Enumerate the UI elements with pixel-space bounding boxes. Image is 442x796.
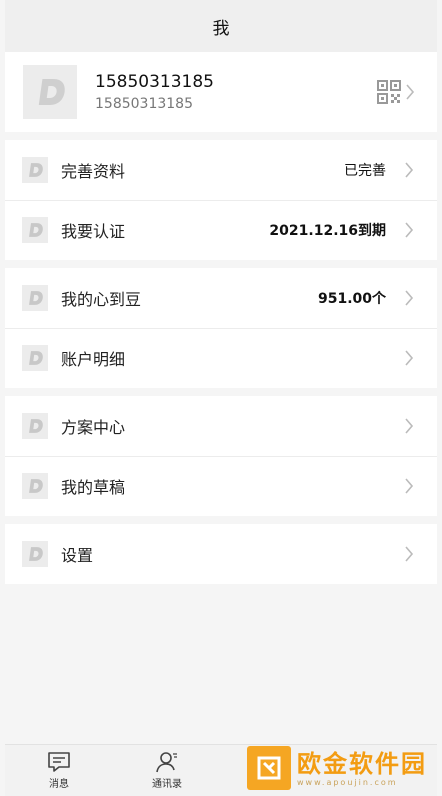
menu-value: 2021.12.16到期 — [269, 223, 386, 239]
profile-card[interactable]: 15850313185 15850313185 — [5, 52, 437, 132]
menu-item-account-detail[interactable]: 账户明细 — [5, 328, 437, 388]
logo-d-icon — [22, 473, 48, 499]
watermark-url: www.apoujin.com — [297, 777, 398, 787]
watermark: 欧金软件园 www.apoujin.com — [247, 745, 441, 791]
chevron-right-icon — [405, 162, 414, 178]
chevron-right-icon — [405, 290, 414, 306]
menu-group-plans: 方案中心 我的草稿 — [5, 396, 437, 516]
menu-item-settings[interactable]: 设置 — [5, 524, 437, 584]
menu-label: 我的心到豆 — [61, 290, 142, 309]
tab-label: 通讯录 — [152, 779, 182, 790]
tab-messages[interactable]: 消息 — [5, 745, 113, 796]
menu-label: 账户明细 — [61, 350, 126, 369]
logo-d-icon — [22, 413, 48, 439]
top-bar: 我 — [5, 0, 437, 52]
qr-code-button[interactable] — [377, 80, 415, 104]
chevron-right-icon — [405, 546, 414, 562]
app-frame: 我 15850313185 15850313185 完善资料 已完善 我要认证 … — [5, 0, 437, 796]
tab-contacts[interactable]: 通讯录 — [113, 745, 221, 796]
menu-label: 我的草稿 — [61, 478, 126, 497]
chevron-right-icon — [405, 418, 414, 434]
menu-label: 我要认证 — [61, 222, 126, 241]
logo-d-icon — [38, 79, 65, 105]
watermark-title: 欧金软件园 — [297, 749, 427, 778]
logo-d-icon — [22, 541, 48, 567]
menu-value: 已完善 — [344, 163, 386, 179]
menu-group-account: 我的心到豆 951.00个 账户明细 — [5, 268, 437, 388]
menu-group-settings: 设置 — [5, 524, 437, 584]
logo-d-icon — [22, 345, 48, 371]
logo-d-icon — [22, 217, 48, 243]
chevron-right-icon — [406, 84, 415, 100]
watermark-logo-icon — [247, 746, 291, 790]
menu-label: 方案中心 — [61, 418, 126, 437]
menu-label: 设置 — [61, 546, 94, 565]
chevron-right-icon — [405, 478, 414, 494]
logo-d-icon — [22, 157, 48, 183]
menu-item-certification[interactable]: 我要认证 2021.12.16到期 — [5, 200, 437, 260]
menu-value: 951.00个 — [317, 291, 386, 307]
avatar[interactable] — [23, 65, 77, 119]
page-title: 我 — [212, 18, 230, 39]
menu-group-profile: 完善资料 已完善 我要认证 2021.12.16到期 — [5, 140, 437, 260]
profile-account: 15850313185 — [95, 96, 193, 112]
contacts-icon — [156, 752, 177, 773]
chevron-right-icon — [405, 222, 414, 238]
logo-d-icon — [22, 285, 48, 311]
menu-label: 完善资料 — [61, 162, 126, 181]
menu-item-plan-center[interactable]: 方案中心 — [5, 396, 437, 456]
tab-label: 消息 — [49, 779, 69, 790]
qr-code-icon — [377, 80, 401, 104]
menu-item-complete-profile[interactable]: 完善资料 已完善 — [5, 140, 437, 200]
message-icon — [48, 752, 70, 772]
menu-item-beans[interactable]: 我的心到豆 951.00个 — [5, 268, 437, 328]
chevron-right-icon — [405, 350, 414, 366]
menu-item-drafts[interactable]: 我的草稿 — [5, 456, 437, 516]
profile-name: 15850313185 — [95, 72, 214, 92]
